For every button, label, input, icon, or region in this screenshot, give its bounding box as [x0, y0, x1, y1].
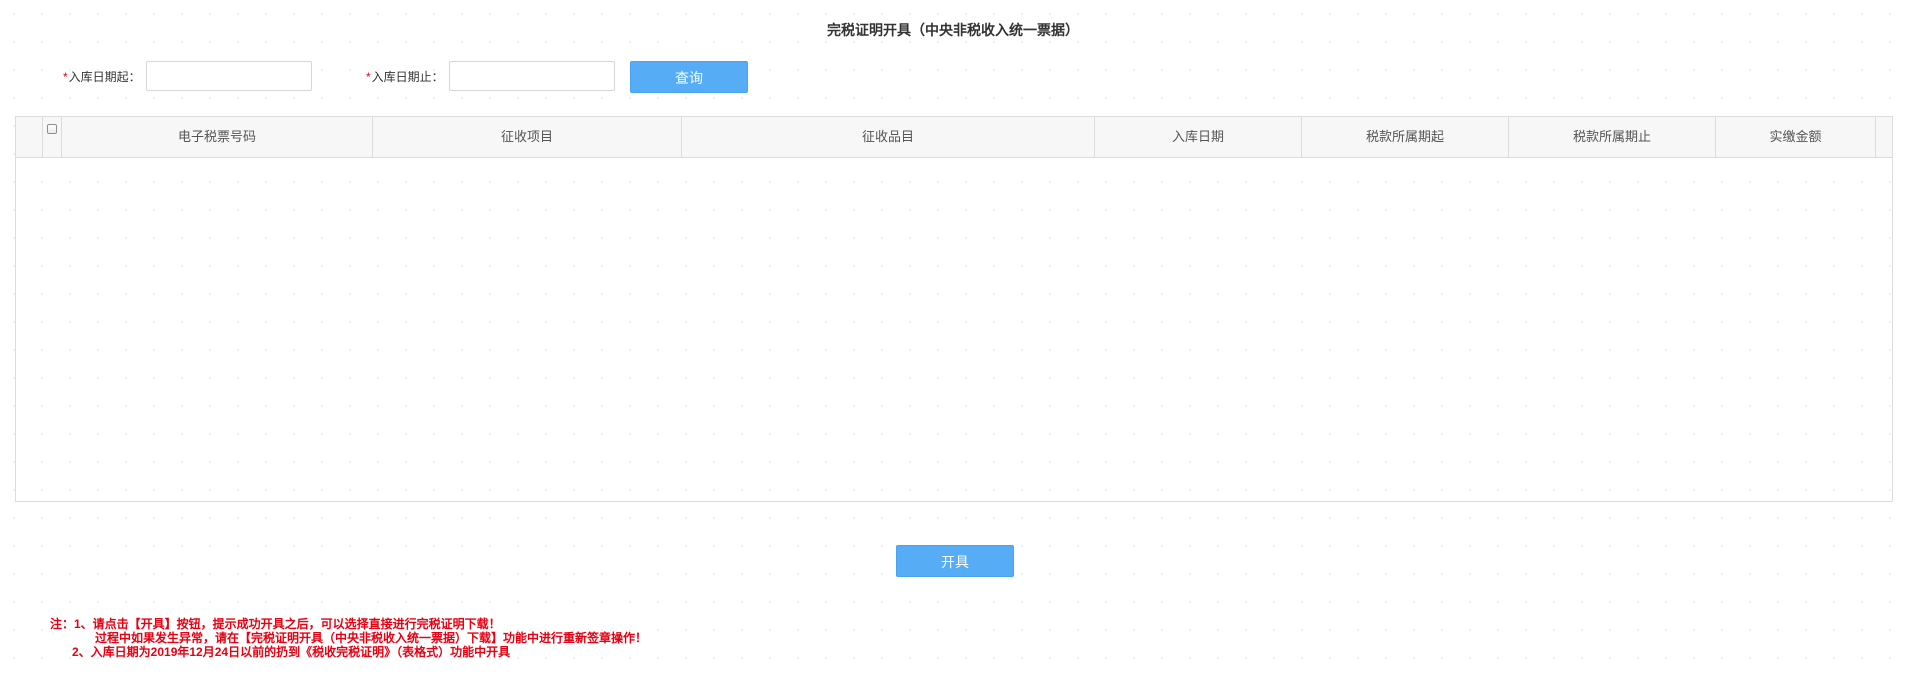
results-table: 电子税票号码 征收项目 征收品目 入库日期 税款所属期起 税款所属期止 实缴金额 [15, 116, 1893, 502]
column-header-tax-ticket-number[interactable]: 电子税票号码 [62, 117, 373, 157]
column-header-period-start[interactable]: 税款所属期起 [1302, 117, 1509, 157]
end-date-label-text: 入库日期止： [371, 70, 444, 84]
start-date-input[interactable] [146, 61, 312, 91]
column-header-levy-item[interactable]: 征收项目 [373, 117, 682, 157]
required-mark: * [63, 70, 68, 84]
start-date-label: *入库日期起： [63, 61, 141, 93]
column-header-period-end[interactable]: 税款所属期止 [1509, 117, 1716, 157]
end-date-input[interactable] [449, 61, 615, 91]
select-all-cell [42, 117, 62, 157]
note-line-2: 过程中如果发生异常，请在【完税证明开具（中央非税收入统一票据）下载】功能中进行重… [95, 631, 648, 645]
select-all-checkbox[interactable] [47, 124, 57, 134]
table-body [16, 158, 1892, 501]
filter-row: *入库日期起： *入库日期止： 查询 [0, 61, 1906, 93]
required-mark: * [366, 70, 371, 84]
column-header-levy-category[interactable]: 征收品目 [682, 117, 1095, 157]
note-line-1: 注：1、请点击【开具】按钮，提示成功开具之后，可以选择直接进行完税证明下载！ [50, 617, 501, 631]
column-header-storage-date[interactable]: 入库日期 [1095, 117, 1302, 157]
note-line-3: 2、入库日期为2019年12月24日以前的扔到《税收完税证明》（表格式）功能中开… [72, 645, 511, 659]
column-header-paid-amount[interactable]: 实缴金额 [1716, 117, 1876, 157]
table-header: 电子税票号码 征收项目 征收品目 入库日期 税款所属期起 税款所属期止 实缴金额 [16, 117, 1892, 158]
query-button[interactable]: 查询 [630, 61, 748, 93]
issue-button[interactable]: 开具 [896, 545, 1014, 577]
end-date-label: *入库日期止： [366, 61, 444, 93]
page-title: 完税证明开具（中央非税收入统一票据） [827, 22, 1079, 38]
start-date-label-text: 入库日期起： [68, 70, 141, 84]
